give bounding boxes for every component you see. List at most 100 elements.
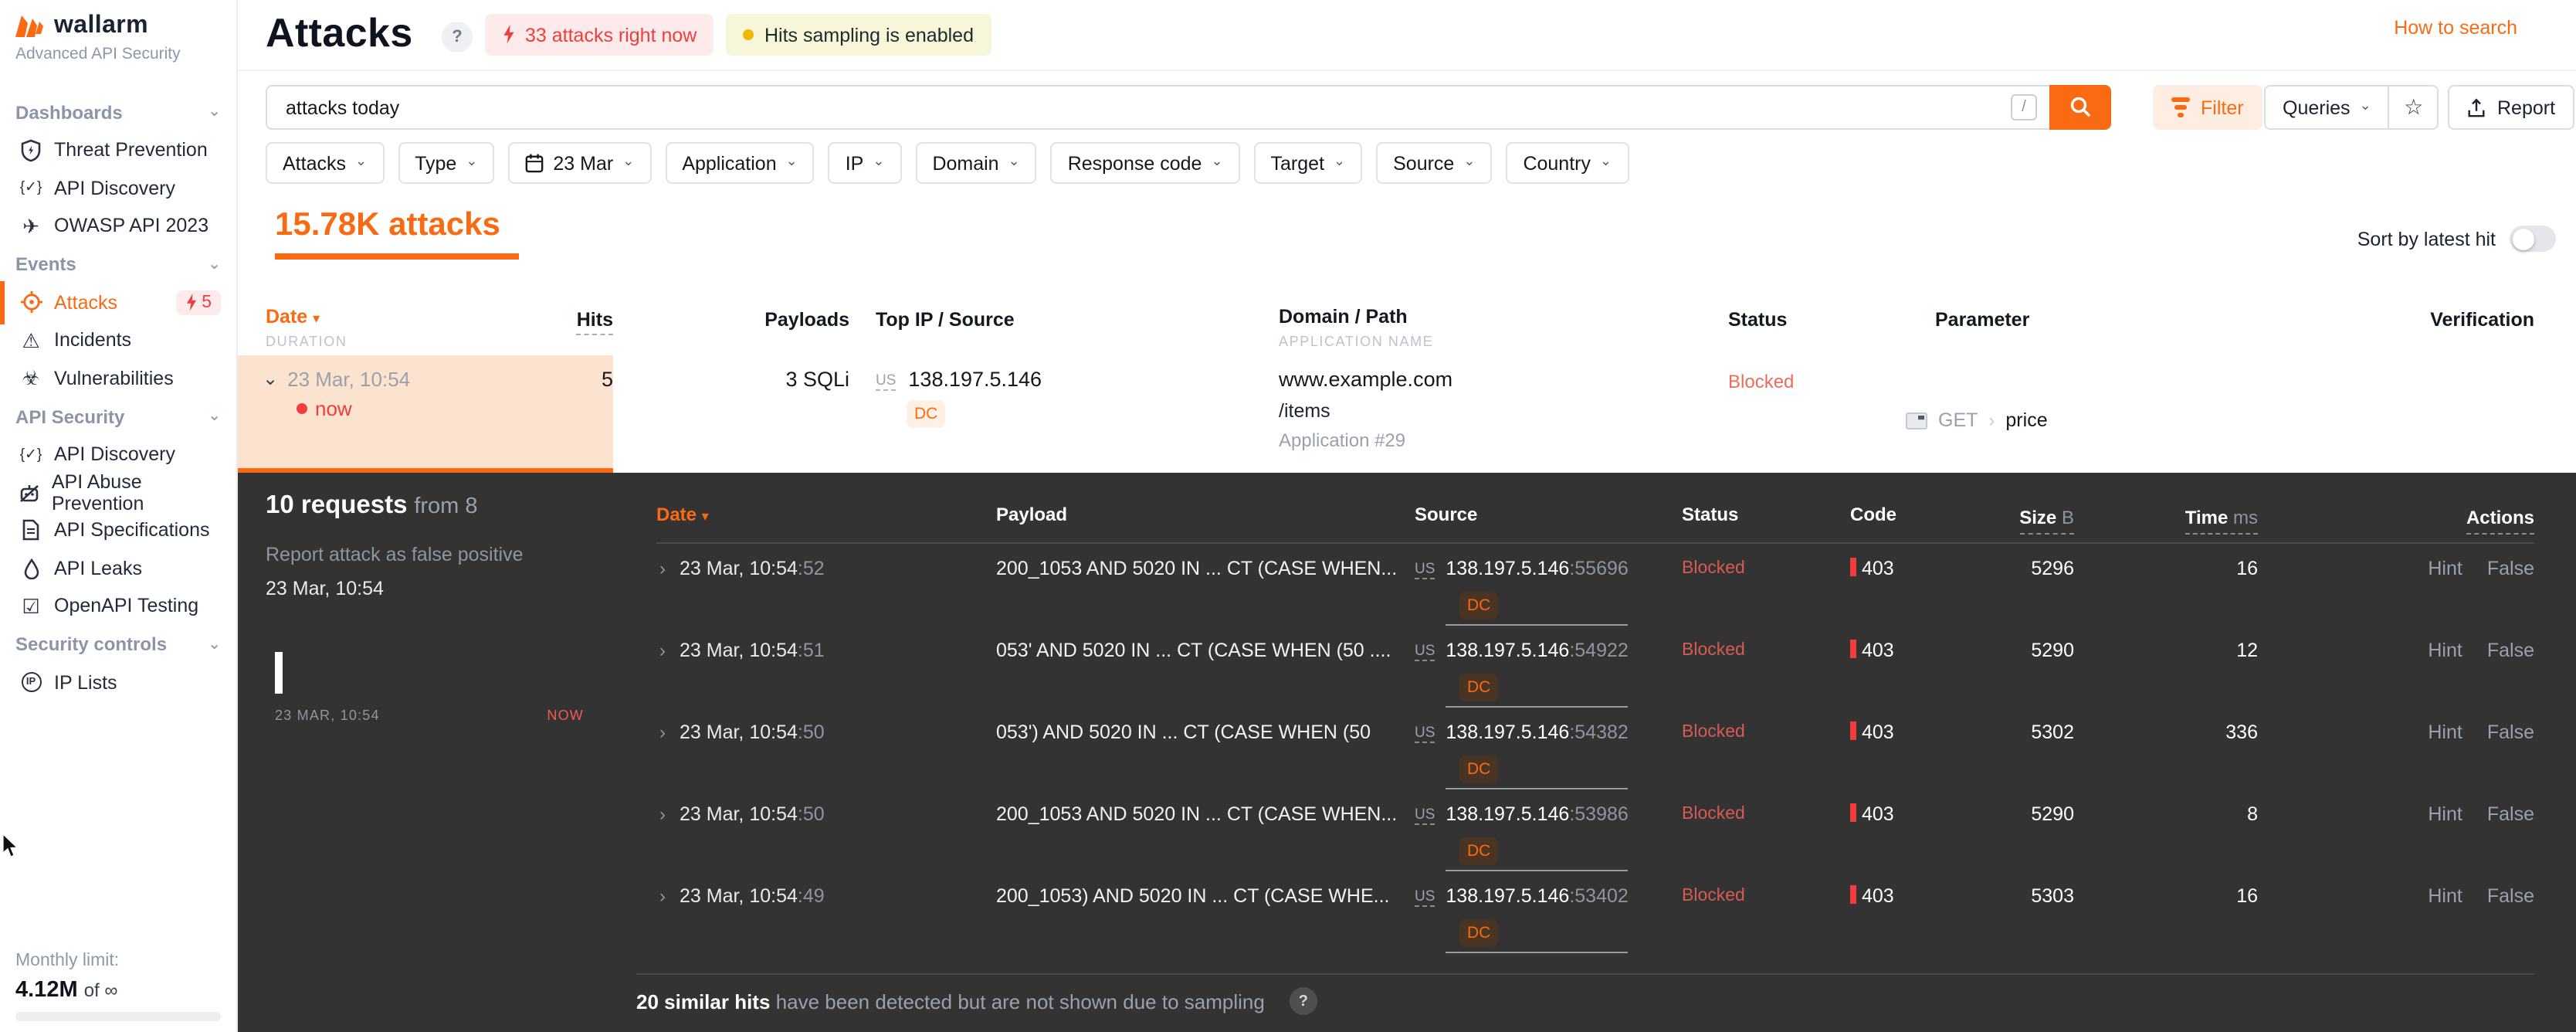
chevron-down-icon: ⌄ xyxy=(785,153,798,168)
hint-action[interactable]: Hint xyxy=(2428,803,2462,825)
sidebar-item-incidents[interactable]: ⚠ Incidents xyxy=(0,321,236,359)
braces-icon: {✓} xyxy=(19,179,42,196)
filter-button[interactable]: Filter xyxy=(2153,85,2262,130)
chip-application[interactable]: Application ⌄ xyxy=(665,142,815,184)
queries-button[interactable]: Queries ⌄ xyxy=(2266,87,2388,128)
request-row[interactable]: › 23 Mar, 10:54:51 053' AND 5020 IN ... C… xyxy=(656,626,2534,708)
false-action[interactable]: False xyxy=(2487,803,2534,825)
search-button[interactable] xyxy=(2049,85,2111,130)
attack-row[interactable]: ⌄ 23 Mar, 10:54 now 5 3 SQLi US 138.197.… xyxy=(238,355,2576,473)
bot-crossed-icon xyxy=(19,482,41,504)
search-input[interactable] xyxy=(266,85,2049,130)
nav-section-dashboards[interactable]: Dashboards ⌄ xyxy=(0,93,236,131)
column-date[interactable]: Date ▾ xyxy=(238,306,531,328)
main-content: Attacks ? 33 attacks right now Hits samp… xyxy=(238,0,2576,1032)
request-row[interactable]: › 23 Mar, 10:54:50 200_1053 AND 5020 IN .… xyxy=(656,789,2534,871)
attacks-now-badge[interactable]: 33 attacks right now xyxy=(485,14,714,56)
chevron-right-icon[interactable]: › xyxy=(659,803,666,871)
hint-action[interactable]: Hint xyxy=(2428,721,2462,743)
request-rows: › 23 Mar, 10:54:52 200_1053 AND 5020 IN .… xyxy=(656,544,2534,953)
chevron-down-icon[interactable]: ⌄ xyxy=(263,369,278,388)
column-status: Status xyxy=(1682,504,1739,525)
chip-response-code[interactable]: Response code ⌄ xyxy=(1050,142,1240,184)
hint-action[interactable]: Hint xyxy=(2428,640,2462,661)
sidebar-item-vulnerabilities[interactable]: ☣ Vulnerabilities xyxy=(0,359,236,397)
request-row[interactable]: › 23 Mar, 10:54:49 200_1053) AND 5020 IN … xyxy=(656,871,2534,953)
ip-circle-icon: IP xyxy=(21,672,41,693)
column-parameter: Parameter xyxy=(1935,309,2030,331)
chip-ip[interactable]: IP ⌄ xyxy=(828,142,902,184)
sidebar-item-ip-lists[interactable]: IP IP Lists xyxy=(0,664,236,701)
sidebar-item-api-discovery[interactable]: {✓} API Discovery xyxy=(0,169,236,207)
attack-details-panel: 10 requests from 8 Report attack as fals… xyxy=(238,473,2576,1032)
attack-ip[interactable]: 138.197.5.146 xyxy=(908,368,1042,391)
code-status-bar xyxy=(1850,558,1856,576)
false-action[interactable]: False xyxy=(2487,885,2534,907)
request-row[interactable]: › 23 Mar, 10:54:52 200_1053 AND 5020 IN .… xyxy=(656,544,2534,626)
chevron-right-icon[interactable]: › xyxy=(659,885,666,953)
sidebar-item-owasp-api-2023[interactable]: ✈ OWASP API 2023 xyxy=(0,207,236,245)
chevron-right-icon[interactable]: › xyxy=(659,721,666,789)
column-domain: Domain / Path xyxy=(1279,306,1408,328)
brand-subtitle: Advanced API Security xyxy=(15,45,181,63)
app: wallarm Advanced API Security Dashboards… xyxy=(0,0,2576,1032)
chip-attacks[interactable]: Attacks ⌄ xyxy=(266,142,385,184)
column-payloads: Payloads xyxy=(764,309,849,331)
chip-country[interactable]: Country ⌄ xyxy=(1506,142,1629,184)
attack-verification xyxy=(2415,355,2576,473)
column-time[interactable]: Time ms xyxy=(2185,507,2258,535)
sort-toggle[interactable] xyxy=(2510,226,2556,252)
request-code: 403 xyxy=(1850,626,1943,708)
red-dot-icon xyxy=(297,403,307,414)
how-to-search-link[interactable]: How to search xyxy=(2394,17,2517,39)
attack-application: Application #29 xyxy=(1279,429,1406,451)
chip-target[interactable]: Target ⌄ xyxy=(1253,142,1363,184)
datacenter-badge: DC xyxy=(1459,919,1499,947)
sidebar-item-api-discovery-2[interactable]: {✓} API Discovery xyxy=(0,436,236,474)
chevron-down-icon: ⌄ xyxy=(1600,153,1612,168)
sampling-help-icon[interactable]: ? xyxy=(1289,987,1317,1015)
report-button[interactable]: Report xyxy=(2448,85,2574,130)
request-row[interactable]: › 23 Mar, 10:54:50 053') AND 5020 IN ... … xyxy=(656,708,2534,789)
chip-domain[interactable]: Domain ⌄ xyxy=(915,142,1037,184)
chip-type[interactable]: Type ⌄ xyxy=(398,142,495,184)
sidebar-item-openapi-testing[interactable]: ☑ OpenAPI Testing xyxy=(0,587,236,625)
favorite-button[interactable]: ☆ xyxy=(2388,87,2438,128)
column-date[interactable]: Date ▾ xyxy=(656,504,996,531)
chevron-right-icon[interactable]: › xyxy=(659,640,666,708)
chip-source[interactable]: Source ⌄ xyxy=(1376,142,1493,184)
sidebar-item-threat-prevention[interactable]: Threat Prevention xyxy=(0,131,236,169)
country-code: US xyxy=(1415,888,1435,907)
nav-section-api-security[interactable]: API Security ⌄ xyxy=(0,397,236,436)
datacenter-badge: DC xyxy=(1459,755,1499,783)
request-size: 5303 xyxy=(2031,885,2074,907)
false-action[interactable]: False xyxy=(2487,558,2534,579)
datacenter-badge: DC xyxy=(907,400,946,428)
false-action[interactable]: False xyxy=(2487,721,2534,743)
hint-action[interactable]: Hint xyxy=(2428,885,2462,907)
sidebar-item-attacks[interactable]: Attacks 5 xyxy=(0,280,236,323)
column-application: APPLICATION NAME xyxy=(1279,334,1434,349)
column-size[interactable]: Size B xyxy=(2019,507,2074,535)
request-time: 8 xyxy=(2247,803,2258,825)
report-false-positive-link[interactable]: Report attack as false positive xyxy=(266,544,652,565)
chevron-down-icon: ⌄ xyxy=(208,104,221,121)
sidebar-item-api-leaks[interactable]: API Leaks xyxy=(0,549,236,587)
column-duration: DURATION xyxy=(266,334,347,349)
nav-section-security-controls[interactable]: Security controls ⌄ xyxy=(0,625,236,664)
help-icon[interactable]: ? xyxy=(442,22,473,53)
chevron-right-icon[interactable]: › xyxy=(659,558,666,626)
nav-section-events[interactable]: Events ⌄ xyxy=(0,245,236,283)
hint-action[interactable]: Hint xyxy=(2428,558,2462,579)
false-action[interactable]: False xyxy=(2487,640,2534,661)
column-hits[interactable]: Hits xyxy=(576,309,613,335)
sidebar-item-api-abuse-prevention[interactable]: API Abuse Prevention xyxy=(0,471,236,514)
parameter-name: price xyxy=(2005,409,2048,431)
column-actions[interactable]: Actions xyxy=(2466,507,2534,535)
chip-date[interactable]: 23 Mar ⌄ xyxy=(508,142,652,184)
filter-icon xyxy=(2171,97,2190,117)
lightning-icon xyxy=(186,293,196,311)
sidebar-item-api-specifications[interactable]: API Specifications xyxy=(0,511,236,549)
country-code: US xyxy=(1415,806,1435,825)
chevron-down-icon: ⌄ xyxy=(208,256,221,273)
